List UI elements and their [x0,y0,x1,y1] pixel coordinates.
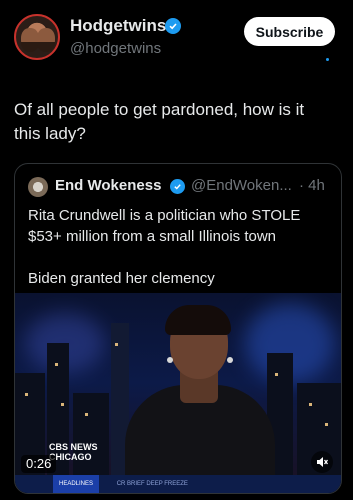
author-name[interactable]: Hodgetwins [70,16,166,36]
window-light [25,393,28,396]
quoted-author-avatar[interactable] [28,177,48,197]
quoted-tweet-spacer [28,247,328,268]
verified-badge-icon [165,18,181,34]
window-light [309,403,312,406]
window-light [55,363,58,366]
news-anchor-hair [165,305,231,335]
quoted-tweet-card[interactable]: End Wokeness @EndWoken... · 4h Rita Crun… [14,163,342,494]
quoted-tweet-line-1: Rita Crundwell is a politician who STOLE… [28,207,301,245]
earring [227,357,233,363]
window-light [115,343,118,346]
window-light [61,403,64,406]
video-player[interactable]: CBS NEWS CHICAGO 0:26 HEADLINES CR BRIEF… [15,293,341,493]
author-handle[interactable]: @hodgetwins [70,40,161,57]
network-name: CBS NEWS [49,442,98,452]
quoted-tweet-line-2: Biden granted her clemency [28,270,215,287]
window-light [275,373,278,376]
indicator-dot [326,58,329,61]
window-light [85,413,88,416]
ticker-headline: HEADLINES [53,475,100,493]
quoted-author-handle[interactable]: @EndWoken... [191,177,292,194]
quoted-author-name[interactable]: End Wokeness [55,177,161,194]
quoted-tweet-text: Rita Crundwell is a politician who STOLE… [28,205,328,289]
news-ticker: HEADLINES CR BRIEF DEEP FREEZE [15,475,341,493]
verified-badge-icon [170,179,185,194]
window-light [325,423,328,426]
ticker-text: CR BRIEF DEEP FREEZE [116,481,188,487]
tweet-screen: Hodgetwins @hodgetwins Subscribe Of all … [0,0,353,500]
quoted-tweet-time[interactable]: · 4h [299,177,325,194]
mute-icon[interactable] [311,451,333,473]
video-duration: 0:26 [21,455,57,473]
subscribe-button[interactable]: Subscribe [244,17,335,46]
tweet-text: Of all people to get pardoned, how is it… [14,100,305,143]
earring [167,357,173,363]
avatar-beard-right [37,42,55,52]
author-avatar[interactable] [14,14,60,60]
network-logo: CBS NEWS CHICAGO [49,442,98,462]
network-location: CHICAGO [49,452,92,462]
